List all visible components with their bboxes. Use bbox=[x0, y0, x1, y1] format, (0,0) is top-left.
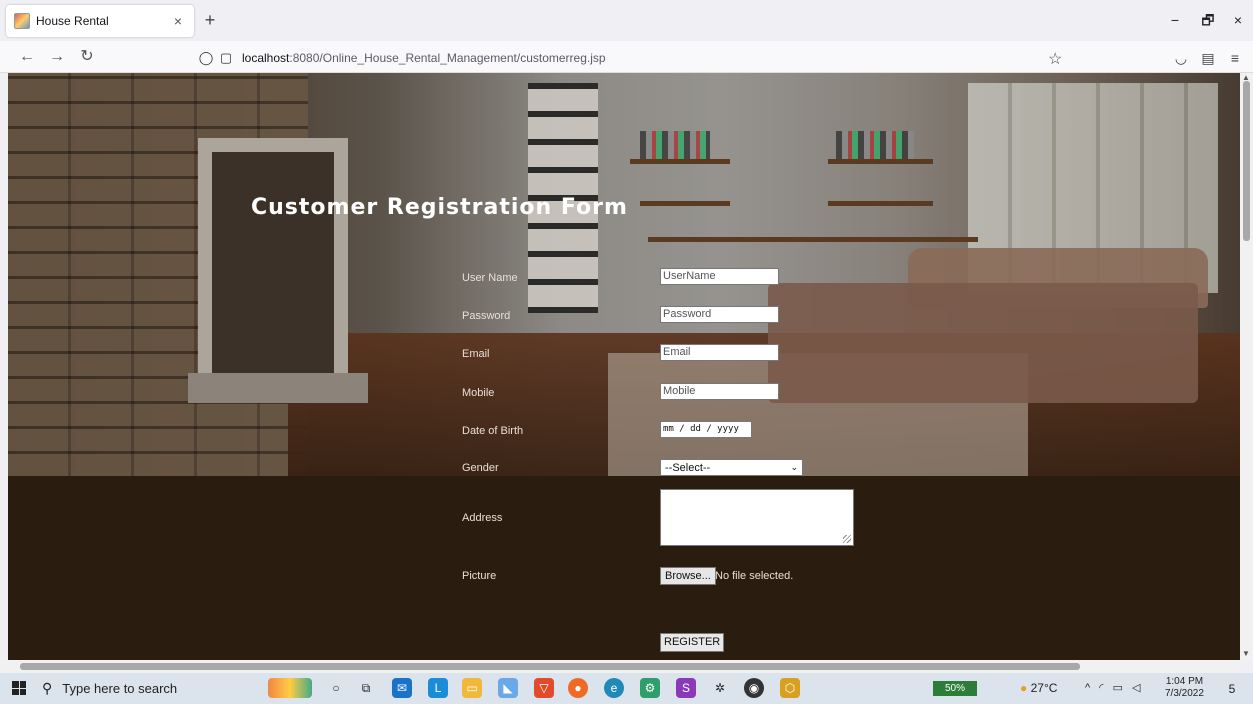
search-icon: ⚲ bbox=[42, 680, 53, 696]
email-input[interactable]: Email bbox=[660, 344, 779, 361]
address-label: Address bbox=[462, 512, 503, 524]
wifi-icon[interactable]: ◜ bbox=[1099, 682, 1106, 694]
news-widget-icon[interactable] bbox=[268, 678, 312, 698]
register-button[interactable]: REGISTER bbox=[660, 633, 725, 652]
site-favicon-icon bbox=[14, 13, 30, 29]
pocket-icon[interactable]: ◡ bbox=[1172, 49, 1190, 67]
windows-start-icon[interactable] bbox=[12, 681, 26, 695]
mobile-label: Mobile bbox=[462, 387, 495, 399]
gender-select[interactable]: --Select-- ⌄ bbox=[660, 459, 803, 476]
firefox-icon[interactable]: ● bbox=[568, 678, 588, 698]
address-bar[interactable]: ◯ ▢ localhost:8080/Online_House_Rental_M… bbox=[196, 45, 1076, 71]
back-arrow-icon[interactable]: ← bbox=[16, 47, 38, 67]
gender-select-value: --Select-- bbox=[665, 461, 711, 474]
chevron-up-icon[interactable]: ^ bbox=[1085, 682, 1093, 694]
dob-label: Date of Birth bbox=[462, 425, 524, 437]
vertical-scrollbar[interactable]: ▲ ▼ bbox=[1240, 73, 1253, 660]
extensions-icon[interactable]: ▤ bbox=[1199, 49, 1217, 67]
menu-icon[interactable]: ≡ bbox=[1226, 49, 1244, 67]
cortana-icon[interactable]: ○ bbox=[326, 678, 346, 698]
restore-button[interactable]: 🗗 bbox=[1196, 10, 1220, 30]
shield-icon[interactable]: ◯ bbox=[196, 50, 216, 66]
volume-icon[interactable]: ◁ bbox=[1132, 682, 1143, 694]
mobile-input[interactable]: Mobile bbox=[660, 383, 779, 400]
password-input[interactable]: Password bbox=[660, 306, 779, 323]
chrome-settings-icon[interactable]: ⚙ bbox=[640, 678, 660, 698]
app-bird-icon[interactable]: ◣ bbox=[498, 678, 518, 698]
clock-time: 1:04 PM bbox=[1165, 676, 1204, 687]
taskbar: ⚲ Type here to search ○ ⧉ ✉ L ▭ ◣ ▽ ● e … bbox=[0, 673, 1253, 704]
file-status: No file selected. bbox=[715, 570, 794, 582]
tab-label: House Rental bbox=[36, 14, 109, 28]
horizontal-scroll-thumb[interactable] bbox=[20, 663, 1080, 670]
bookmark-star-icon[interactable]: ☆ bbox=[1048, 49, 1062, 69]
notification-icon[interactable]: 5 bbox=[1222, 679, 1242, 699]
dob-date-input[interactable]: mm / dd / yyyy bbox=[660, 421, 752, 438]
navigation-bar: ← → ↻ ◯ ▢ localhost:8080/Online_House_Re… bbox=[0, 41, 1253, 73]
weather-temp: 27°C bbox=[1030, 681, 1058, 695]
obs-icon[interactable]: ◉ bbox=[744, 678, 764, 698]
brave-icon[interactable]: ▽ bbox=[534, 678, 554, 698]
vertical-scroll-thumb[interactable] bbox=[1243, 81, 1250, 241]
clock[interactable]: 1:04 PM 7/3/2022 bbox=[1165, 676, 1204, 700]
file-explorer-icon[interactable]: ▭ bbox=[462, 678, 482, 698]
page-icon[interactable]: ▢ bbox=[216, 50, 236, 66]
resize-grip-icon[interactable] bbox=[843, 535, 851, 543]
settings-gear-icon[interactable]: ✲ bbox=[710, 678, 730, 698]
app-l-icon[interactable]: L bbox=[428, 678, 448, 698]
battery-indicator[interactable]: 50% bbox=[933, 681, 977, 696]
address-textarea[interactable] bbox=[660, 489, 854, 546]
edge-icon[interactable]: e bbox=[604, 678, 624, 698]
mail-icon[interactable]: ✉ bbox=[392, 678, 412, 698]
close-window-button[interactable]: × bbox=[1226, 10, 1250, 30]
notification-count: 5 bbox=[1228, 682, 1236, 696]
new-tab-button[interactable]: + bbox=[198, 10, 222, 32]
search-placeholder: Type here to search bbox=[62, 681, 178, 696]
weather-widget[interactable]: ● 27°C bbox=[1020, 681, 1057, 695]
app-hex-icon[interactable]: ⬡ bbox=[780, 678, 800, 698]
sublime-icon[interactable]: S bbox=[676, 678, 696, 698]
email-label: Email bbox=[462, 348, 490, 360]
password-label: Password bbox=[462, 310, 511, 322]
forward-arrow-icon[interactable]: → bbox=[46, 47, 68, 67]
gender-label: Gender bbox=[462, 462, 499, 474]
page-viewport: Customer Registration Form User Name Use… bbox=[8, 73, 1240, 660]
url-path: :8080/Online_House_Rental_Management/cus… bbox=[289, 51, 606, 65]
tab-close-icon[interactable]: × bbox=[170, 13, 186, 29]
tab-strip: House Rental × + − 🗗 × bbox=[0, 0, 1253, 41]
hero-background-image bbox=[8, 73, 1240, 476]
username-input[interactable]: UserName bbox=[660, 268, 779, 285]
taskbar-search[interactable]: ⚲ Type here to search bbox=[42, 677, 257, 700]
horizontal-scrollbar[interactable] bbox=[0, 660, 1240, 673]
battery-icon[interactable]: ▭ bbox=[1113, 682, 1126, 694]
username-label: User Name bbox=[462, 272, 518, 284]
url-host: localhost bbox=[242, 51, 290, 65]
browse-button[interactable]: Browse... bbox=[660, 567, 716, 585]
tab-house-rental[interactable]: House Rental × bbox=[6, 5, 194, 37]
reload-icon[interactable]: ↻ bbox=[76, 47, 98, 67]
picture-label: Picture bbox=[462, 570, 497, 582]
chevron-down-icon: ⌄ bbox=[790, 462, 798, 472]
page-title: Customer Registration Form bbox=[251, 195, 628, 220]
clock-date: 7/3/2022 bbox=[1165, 688, 1204, 699]
task-view-icon[interactable]: ⧉ bbox=[356, 678, 376, 698]
weather-sun-icon: ● bbox=[1020, 681, 1028, 695]
minimize-button[interactable]: − bbox=[1163, 10, 1187, 30]
scroll-down-icon[interactable]: ▼ bbox=[1242, 649, 1250, 658]
system-tray[interactable]: ^ ◜ ▭ ◁ bbox=[1085, 681, 1144, 694]
